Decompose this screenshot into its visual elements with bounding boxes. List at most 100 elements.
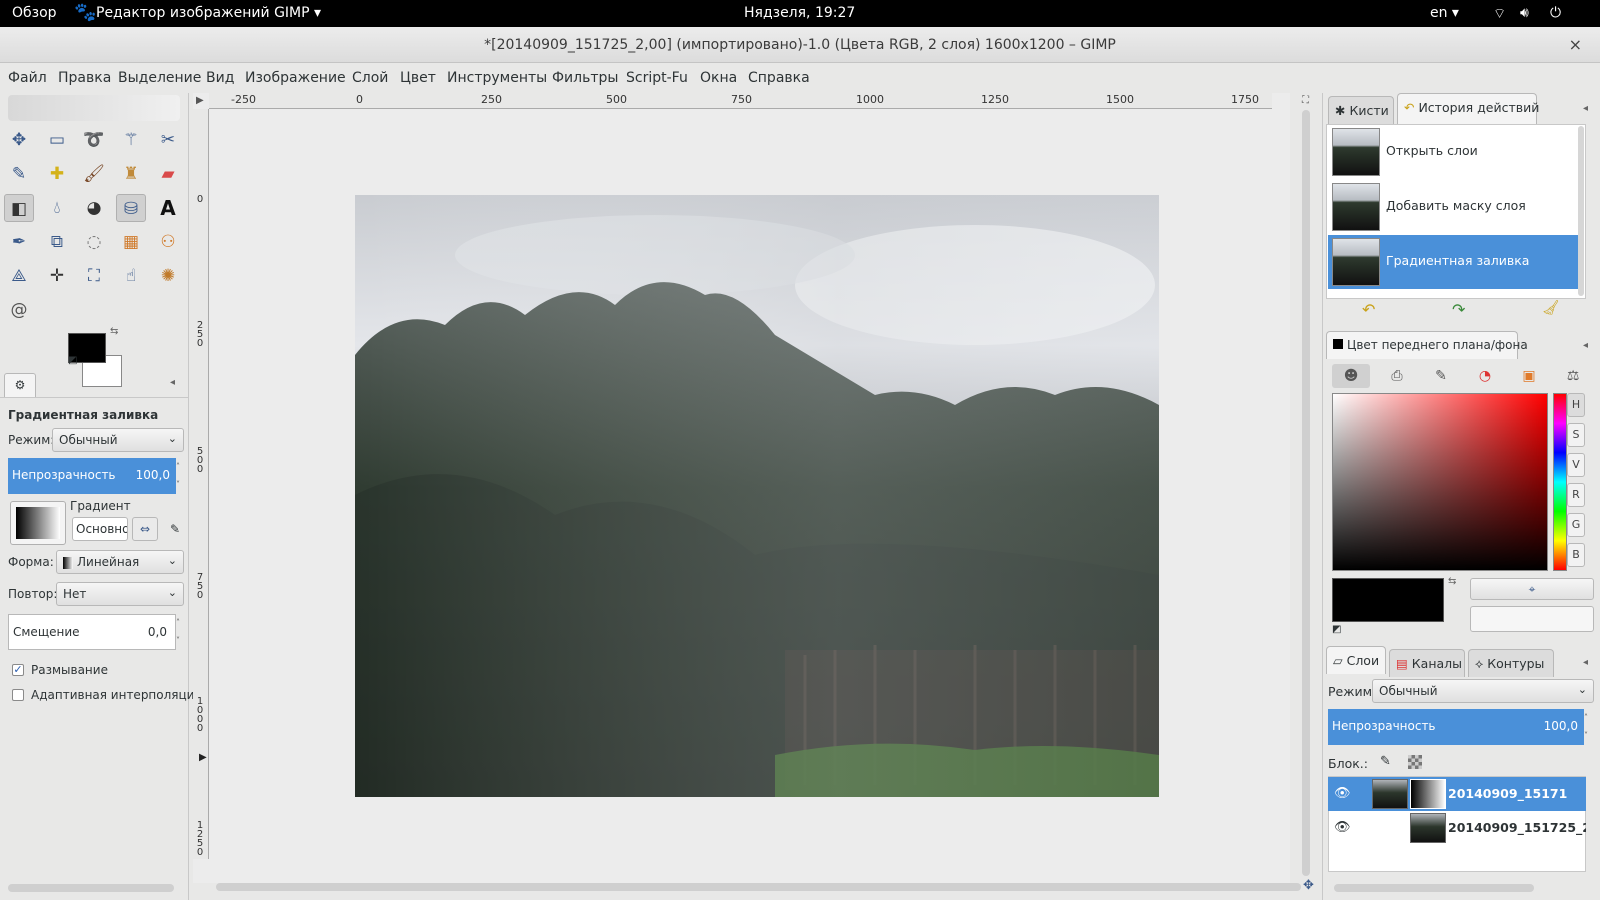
toolbox-scrollbar[interactable] — [8, 884, 174, 892]
dock-menu-icon[interactable]: ◂ — [1583, 340, 1588, 351]
channel-r-toggle[interactable]: R — [1567, 483, 1585, 507]
warp-tool-icon[interactable]: ✺ — [153, 262, 183, 290]
reverse-gradient-icon[interactable]: ⇔ — [132, 517, 158, 541]
watercolor-icon[interactable]: ✎ — [1422, 364, 1460, 388]
menu-select[interactable]: Выделение — [118, 70, 201, 86]
menu-edit[interactable]: Правка — [58, 70, 111, 86]
crop-tool-icon[interactable]: ✛ — [42, 262, 72, 290]
text-tool-icon[interactable]: A — [153, 194, 183, 222]
swap-colors-icon[interactable]: ⇆ — [110, 326, 118, 337]
visibility-eye-icon[interactable]: 👁︎ — [1334, 786, 1351, 801]
adaptive-checkbox[interactable] — [12, 689, 24, 701]
layer-mask-thumbnail[interactable] — [1410, 779, 1446, 809]
repeat-select[interactable]: Нет ⌄ — [56, 582, 184, 606]
menu-tools[interactable]: Инструменты — [447, 70, 547, 86]
gradient-tool-icon[interactable]: ◧ — [4, 194, 34, 222]
channel-b-toggle[interactable]: B — [1567, 543, 1585, 567]
edit-gradient-icon[interactable]: ✎ — [166, 517, 184, 541]
gradient-name-field[interactable]: Основно — [72, 517, 128, 541]
by-color-select-tool-icon[interactable]: ⚇ — [153, 228, 183, 256]
cmyk-icon[interactable]: ▣ — [1510, 364, 1548, 388]
tab-paths[interactable]: ⟡ Контуры — [1468, 649, 1554, 677]
tab-fg-bg-color[interactable]: Цвет переднего плана/фона — [1326, 331, 1528, 359]
layer-row[interactable]: 👁︎ 20140909_151725_2,00 — [1328, 811, 1586, 845]
blur-tool-icon[interactable]: 💧︎ — [42, 194, 72, 222]
activities-button[interactable]: Обзор — [12, 5, 57, 21]
dock-menu-icon[interactable]: ◂ — [1583, 657, 1588, 668]
heal-tool-icon[interactable]: ✚ — [42, 160, 72, 188]
tab-layers[interactable]: ▱ Слои — [1326, 646, 1386, 674]
menu-file[interactable]: Файл — [8, 70, 47, 86]
mode-select[interactable]: Обычный ⌄ — [52, 428, 184, 452]
bucket-fill-tool-icon[interactable]: ⛁ — [116, 194, 146, 222]
dock-menu-icon[interactable]: ◂ — [1583, 103, 1588, 114]
spiral-tool-icon[interactable]: @ — [4, 296, 34, 324]
paths-tool-icon[interactable]: ✒ — [4, 228, 34, 256]
scissors-tool-icon[interactable]: ✂ — [153, 126, 183, 154]
color-saturation-value-area[interactable] — [1332, 393, 1548, 571]
opacity-spinner[interactable]: ˄ ˅ — [176, 458, 184, 494]
cage-transform-tool-icon[interactable]: ⛶ — [79, 262, 109, 290]
channel-v-toggle[interactable]: V — [1567, 453, 1585, 477]
default-colors-icon[interactable]: ◩ — [1332, 624, 1341, 635]
redo-icon[interactable]: ↷ — [1452, 300, 1465, 319]
lock-pixels-icon[interactable]: ✎ — [1380, 754, 1391, 769]
dither-checkbox[interactable]: ✓ — [12, 664, 24, 676]
clone-tool-icon[interactable]: ♜ — [116, 160, 146, 188]
visibility-eye-icon[interactable]: 👁︎ — [1334, 820, 1351, 835]
shear-tool-icon[interactable]: ⟁ — [4, 262, 34, 290]
dodge-burn-tool-icon[interactable]: ◕ — [79, 194, 109, 222]
foreground-color-preview[interactable] — [1332, 578, 1444, 622]
channel-s-toggle[interactable]: S — [1567, 423, 1585, 447]
quick-mask-corner-icon[interactable]: ▶ — [196, 95, 204, 106]
shape-select[interactable]: Линейная ⌄ — [56, 550, 184, 574]
history-item[interactable]: Открыть слои — [1328, 125, 1578, 179]
history-item-selected[interactable]: Градиентная заливка — [1328, 235, 1578, 289]
menu-filters[interactable]: Фильтры — [552, 70, 618, 86]
app-menu[interactable]: Редактор изображений GIMP ▾ — [96, 5, 321, 21]
paintbrush-tool-icon[interactable]: 🖌︎ — [79, 160, 109, 188]
align-tool-icon[interactable]: ▦ — [116, 228, 146, 256]
zoom-corner-icon[interactable]: ⛶ — [1302, 95, 1309, 106]
undo-icon[interactable]: ↶ — [1362, 300, 1375, 319]
layer-row-selected[interactable]: 👁︎ 20140909_15171 — [1328, 777, 1586, 811]
color-picker-button-icon[interactable]: ⌖ — [1470, 578, 1594, 600]
wilber-drop-zone[interactable] — [8, 95, 180, 121]
image-canvas[interactable] — [355, 195, 1159, 797]
color-wheel-icon[interactable]: ◔ — [1466, 364, 1504, 388]
offset-field[interactable]: Смещение 0,0 — [8, 614, 176, 650]
tool-options-tab-icon[interactable]: ⚙ — [4, 373, 36, 397]
hex-color-field[interactable] — [1470, 606, 1594, 632]
clock[interactable]: Нядзеля, 19:27 — [744, 5, 855, 21]
tab-history[interactable]: ↶ История действий — [1397, 93, 1539, 124]
power-icon[interactable]: ⏻ — [1550, 5, 1561, 21]
language-indicator[interactable]: en ▾ — [1430, 5, 1459, 21]
offset-spinner[interactable]: ˄ ˅ — [176, 614, 184, 650]
history-scrollbar[interactable] — [1578, 126, 1584, 296]
layers-opacity-slider[interactable]: Непрозрачность 100,0 — [1328, 709, 1584, 745]
swap-colors-icon[interactable]: ⇆ — [1448, 576, 1456, 587]
move-tool-icon[interactable]: ✥ — [4, 126, 34, 154]
canvas-horizontal-scrollbar[interactable] — [216, 883, 1301, 891]
menu-script-fu[interactable]: Script-Fu — [626, 70, 688, 86]
clear-history-icon[interactable]: 🧹︎ — [1542, 300, 1560, 316]
color-picker-tool-icon[interactable]: ✎ — [4, 160, 34, 188]
fuzzy-select-tool-icon[interactable]: ⚚ — [116, 126, 146, 154]
rect-select-tool-icon[interactable]: ▭ — [42, 126, 72, 154]
wifi-icon[interactable]: ⌔ — [1493, 5, 1506, 23]
navigate-icon[interactable]: ✥ — [1303, 878, 1314, 893]
layers-mode-select[interactable]: Обычный ⌄ — [1372, 679, 1594, 703]
gimp-color-selector-icon[interactable]: ☻ — [1332, 364, 1370, 388]
menu-layer[interactable]: Слой — [352, 70, 388, 86]
smudge-tool-icon[interactable]: ☝ — [116, 262, 146, 290]
lock-alpha-icon[interactable] — [1408, 755, 1422, 769]
menu-help[interactable]: Справка — [748, 70, 810, 86]
horizontal-ruler[interactable]: -250 0 250 500 750 1000 1250 1500 1750 — [209, 93, 1272, 109]
menu-windows[interactable]: Окна — [700, 70, 737, 86]
volume-icon[interactable]: 🔊︎ — [1520, 5, 1529, 21]
opacity-slider[interactable]: Непрозрачность 100,0 — [8, 458, 176, 494]
channel-g-toggle[interactable]: G — [1567, 513, 1585, 537]
canvas-vertical-scrollbar[interactable] — [1302, 110, 1310, 876]
printer-color-icon[interactable]: ⎙ — [1378, 364, 1416, 388]
vertical-ruler[interactable]: 0 250 500 750 1000 1250 — [193, 109, 209, 859]
